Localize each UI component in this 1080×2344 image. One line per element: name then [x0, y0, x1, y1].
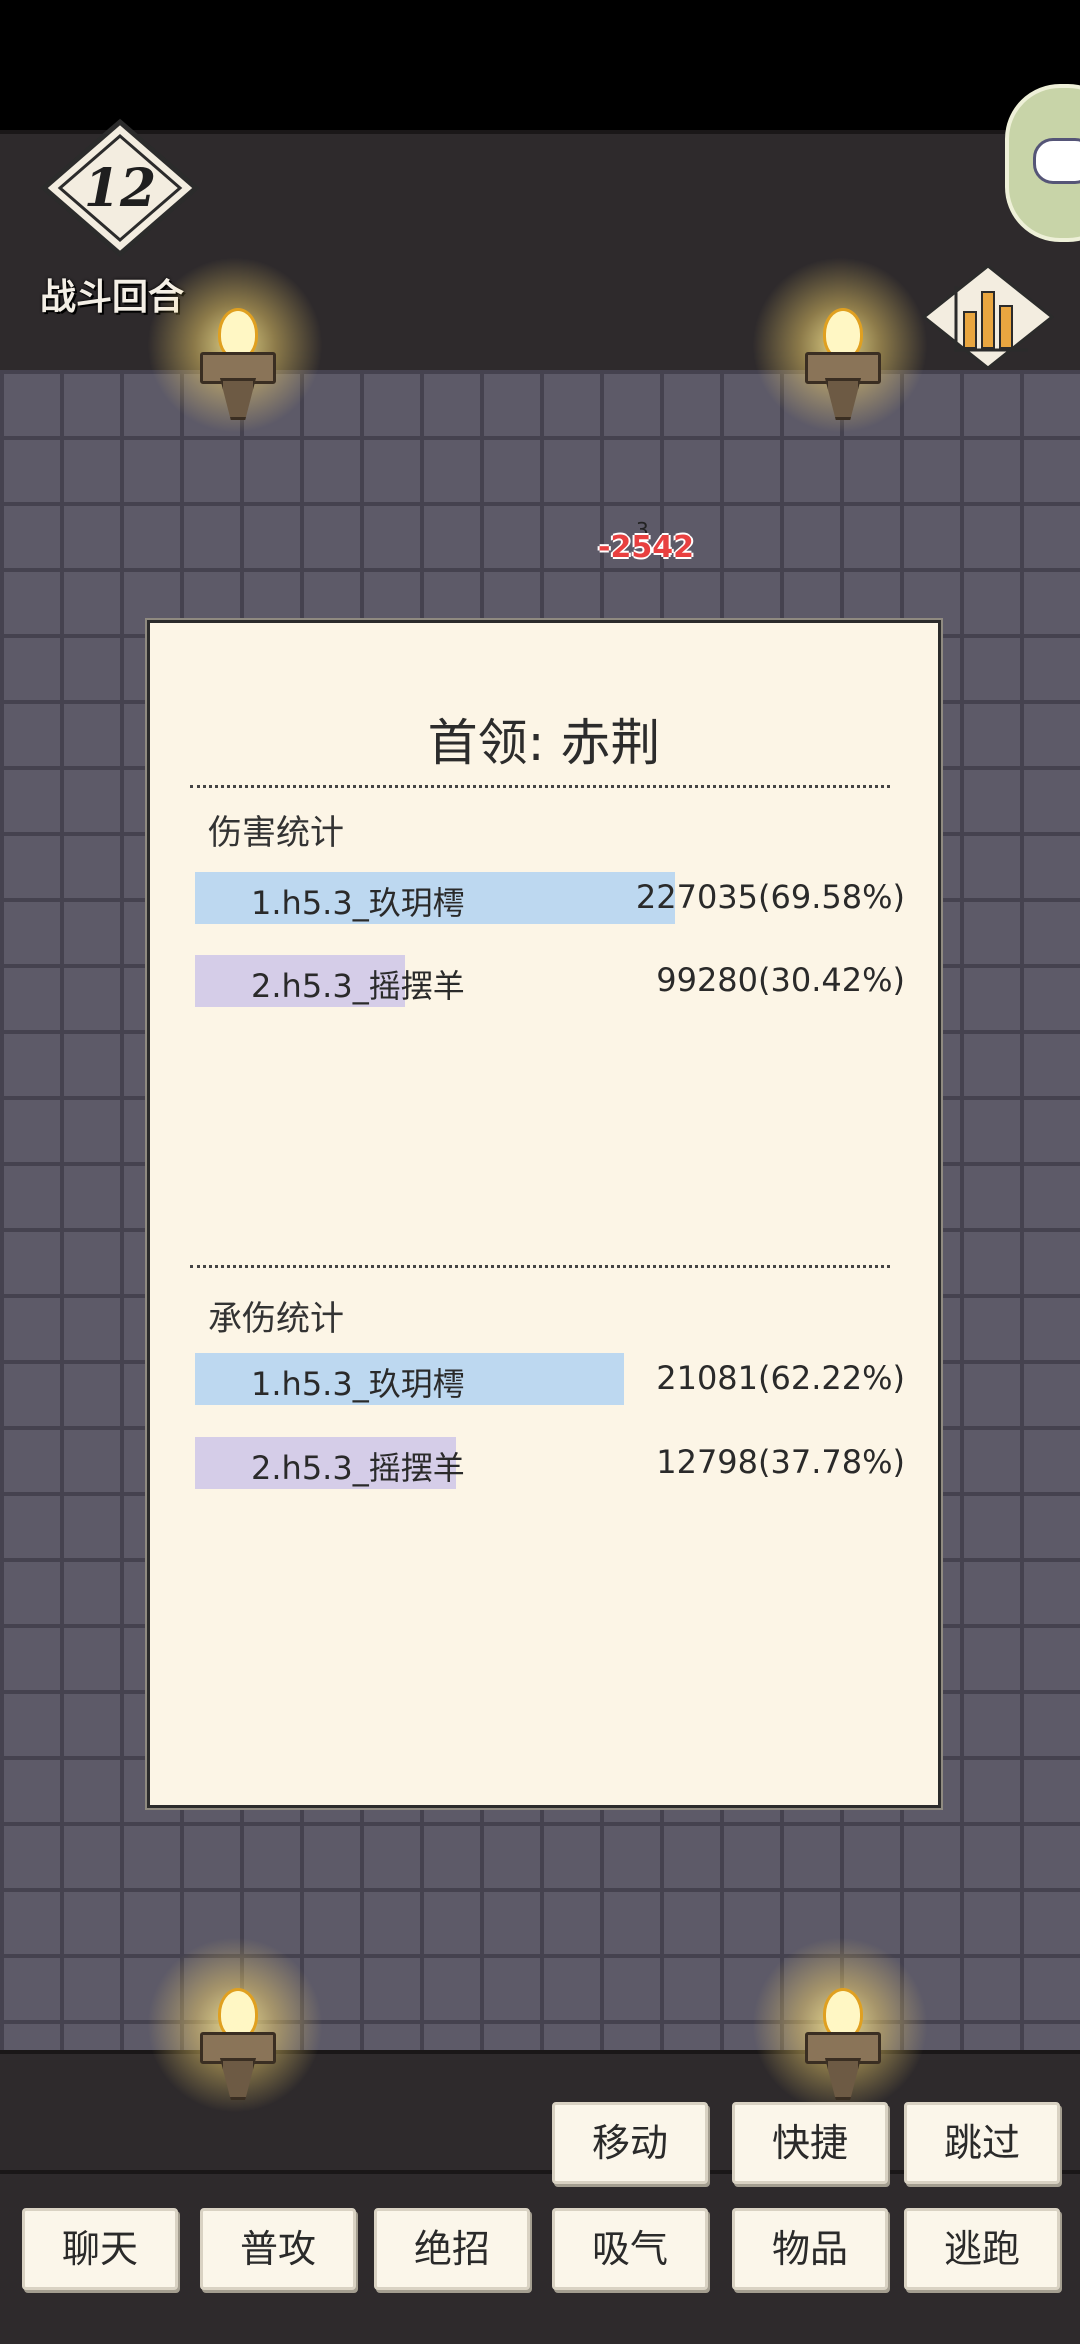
chat-button[interactable]: 聊天	[22, 2208, 178, 2290]
damage-row: 2.h5.3_摇摆羊 99280(30.42%)	[195, 955, 905, 1007]
tank-section-title: 承伤统计	[208, 1299, 344, 1339]
player-name: 2.h5.3_摇摆羊	[251, 1449, 465, 1487]
quick-button[interactable]: 快捷	[732, 2102, 888, 2184]
battle-stats-button[interactable]	[918, 262, 1058, 372]
bar-chart-icon	[921, 264, 1055, 370]
damage-section-title: 伤害统计	[208, 813, 344, 853]
gamepad-icon	[1033, 138, 1080, 184]
tank-row: 2.h5.3_摇摆羊 12798(37.78%)	[195, 1437, 905, 1489]
normal-attack-button[interactable]: 普攻	[200, 2208, 356, 2290]
tank-row: 1.h5.3_玖玥樗 21081(62.22%)	[195, 1353, 905, 1405]
torch-icon	[140, 250, 330, 440]
bottom-action-bar	[0, 2050, 1080, 2344]
divider	[190, 785, 890, 788]
ultimate-button[interactable]: 绝招	[374, 2208, 530, 2290]
damage-value: 99280(30.42%)	[656, 961, 905, 999]
items-button[interactable]: 物品	[732, 2208, 888, 2290]
skip-button[interactable]: 跳过	[904, 2102, 1060, 2184]
player-name: 2.h5.3_摇摆羊	[251, 967, 465, 1005]
torch-icon	[140, 1930, 330, 2120]
absorb-button[interactable]: 吸气	[552, 2208, 708, 2290]
boss-stats-panel: 首领: 赤荆 伤害统计 1.h5.3_玖玥樗 227035(69.58%) 2.…	[147, 620, 941, 1808]
damage-row: 1.h5.3_玖玥樗 227035(69.58%)	[195, 872, 905, 924]
torch-icon	[745, 1930, 935, 2120]
tank-value: 21081(62.22%)	[656, 1359, 905, 1397]
move-button[interactable]: 移动	[552, 2102, 708, 2184]
diamond-badge-icon: 12	[40, 118, 200, 258]
round-number: 12	[84, 158, 156, 219]
player-name: 1.h5.3_玖玥樗	[251, 884, 465, 922]
flee-button[interactable]: 逃跑	[904, 2208, 1060, 2290]
panel-title: 首领: 赤荆	[427, 714, 661, 772]
tank-value: 12798(37.78%)	[656, 1443, 905, 1481]
player-name: 1.h5.3_玖玥樗	[251, 1365, 465, 1403]
round-counter-badge: 12	[40, 118, 200, 258]
divider	[190, 1265, 890, 1268]
damage-value: 227035(69.58%)	[635, 878, 905, 916]
torch-icon	[745, 250, 935, 440]
gamepad-button[interactable]	[1005, 84, 1080, 242]
floating-damage-number: -2542	[598, 530, 694, 565]
